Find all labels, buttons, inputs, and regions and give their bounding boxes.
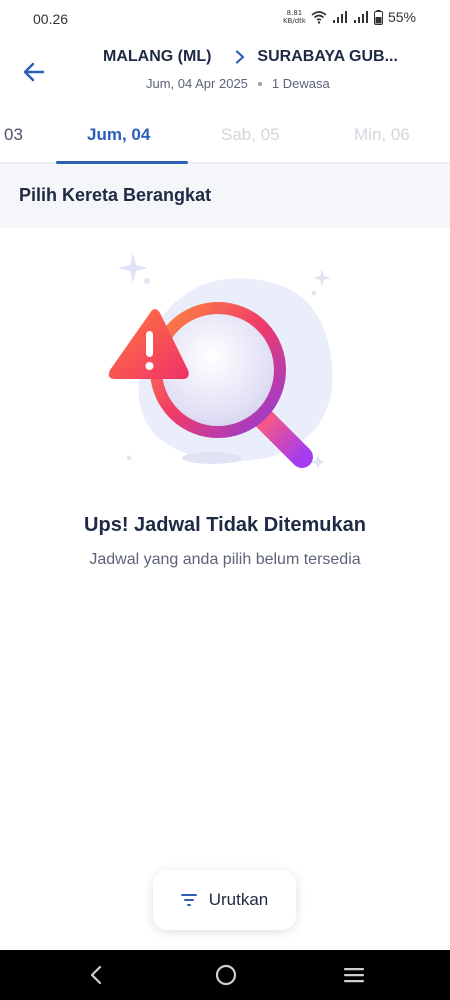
tab-date-06[interactable]: Min, 06 (354, 125, 410, 145)
sort-icon (180, 894, 197, 906)
separator-dot (257, 81, 262, 86)
nav-home-icon[interactable] (214, 963, 238, 987)
origin-station: MALANG (ML) (103, 48, 212, 65)
tab-date-04[interactable]: Jum, 04 (87, 125, 150, 145)
signal-icon-2 (353, 11, 368, 23)
destination-station: SURABAYA GUB... (257, 48, 398, 65)
network-speed-value: 8.81 (286, 9, 303, 17)
back-button[interactable] (18, 56, 50, 88)
chevron-right-icon (236, 50, 245, 64)
empty-state-description: Jadwal yang anda pilih belum tersedia (89, 551, 361, 568)
passenger-count: 1 Dewasa (271, 76, 330, 91)
header: MALANG (ML) SURABAYA GUB... Jum, 04 Apr … (0, 40, 450, 102)
tab-date-03[interactable]: 03 (4, 125, 23, 145)
sort-button[interactable]: Urutkan (153, 870, 296, 930)
nav-back-icon[interactable] (88, 963, 104, 987)
status-bar: 00.26 8.81 KB/dtk 55% (0, 0, 450, 40)
empty-search-illustration (108, 253, 333, 469)
arrow-left-icon (23, 62, 45, 82)
date-tabs: 03 Jum, 04 Sab, 05 Min, 06 (0, 110, 450, 164)
status-icons: 8.81 KB/dtk 55% (283, 9, 416, 25)
section-title: Pilih Kereta Berangkat (19, 185, 212, 205)
tab-date-05[interactable]: Sab, 05 (221, 125, 280, 145)
trip-date: Jum, 04 Apr 2025 (146, 76, 248, 91)
nav-recents-icon[interactable] (343, 963, 365, 987)
wifi-icon (311, 11, 327, 24)
route: MALANG (ML) SURABAYA GUB... (103, 48, 398, 66)
battery-percent: 55% (387, 9, 416, 25)
status-time: 00.26 (33, 11, 69, 27)
section-header: Pilih Kereta Berangkat (0, 164, 450, 228)
network-speed-unit: KB/dtk (282, 17, 306, 25)
trip-subtitle: Jum, 04 Apr 2025 1 Dewasa (146, 76, 330, 91)
signal-icon (332, 11, 347, 23)
network-speed: 8.81 KB/dtk (283, 9, 306, 25)
sort-button-label: Urutkan (208, 890, 269, 909)
battery-icon (373, 9, 383, 25)
sparkle-icon (118, 253, 148, 283)
empty-state-title: Ups! Jadwal Tidak Ditemukan (84, 514, 366, 536)
system-navigation-bar (0, 950, 450, 1000)
